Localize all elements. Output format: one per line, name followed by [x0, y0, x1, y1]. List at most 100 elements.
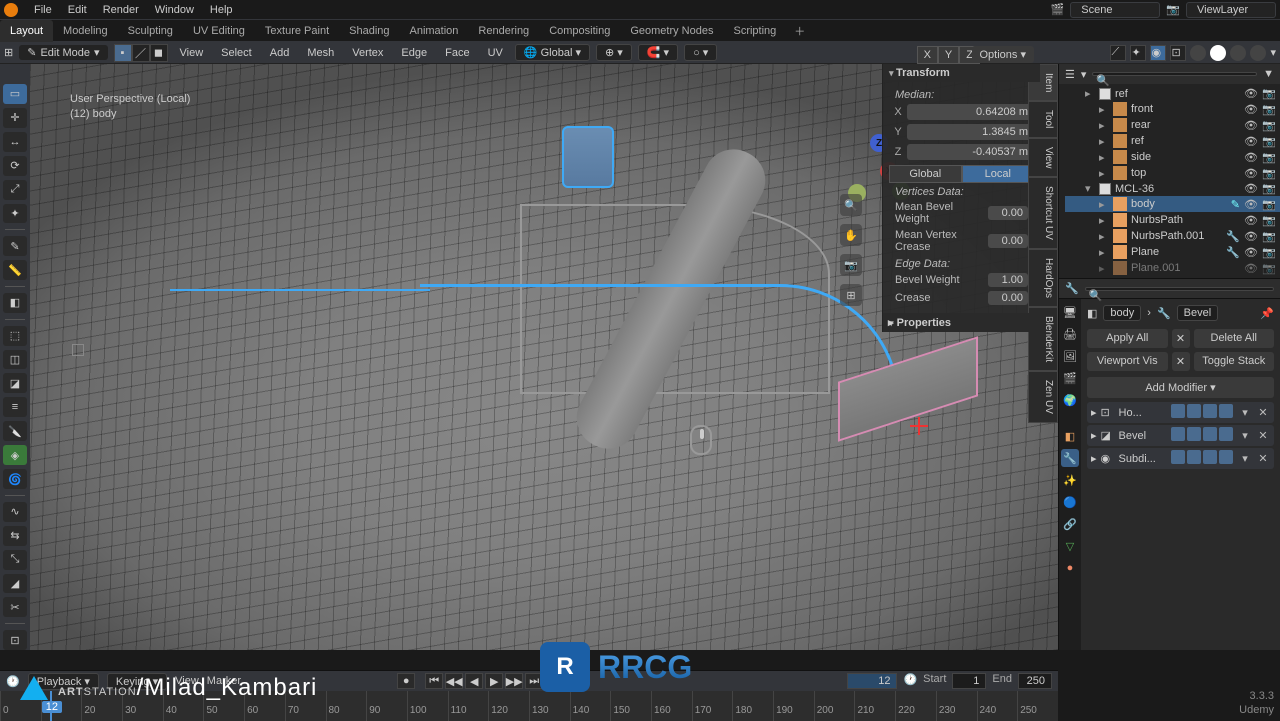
- ntab-zenuv[interactable]: Zen UV: [1028, 371, 1058, 423]
- overlay-toggle[interactable]: ◉: [1150, 45, 1166, 61]
- bread-mod[interactable]: Bevel: [1177, 305, 1219, 321]
- tool-shear[interactable]: ◢: [3, 574, 27, 594]
- outliner-obj-plane[interactable]: ▸Plane🔧👁📷: [1065, 244, 1280, 260]
- viewport-vis-button[interactable]: Viewport Vis: [1087, 352, 1168, 371]
- outliner-obj-ref[interactable]: ▸ref👁📷: [1065, 133, 1280, 149]
- crease[interactable]: 0.00: [988, 291, 1028, 305]
- transform-header[interactable]: Transform: [883, 64, 1040, 82]
- proportional[interactable]: ○ ▾: [684, 44, 717, 61]
- menu-edge[interactable]: Edge: [395, 47, 433, 59]
- shading-dropdown[interactable]: ▾: [1270, 46, 1276, 59]
- tab-layout[interactable]: Layout: [0, 20, 53, 42]
- median-z[interactable]: -0.40537 m: [907, 144, 1034, 160]
- tool-annotate[interactable]: ✎: [3, 236, 27, 256]
- shading-rendered[interactable]: [1250, 45, 1266, 61]
- menu-uv[interactable]: UV: [482, 47, 509, 59]
- gizmo-toggle[interactable]: ✦: [1130, 45, 1146, 61]
- tool-inset[interactable]: ◫: [3, 350, 27, 370]
- proptab-viewlayer[interactable]: 🖼: [1061, 347, 1079, 365]
- menu-window[interactable]: Window: [147, 0, 202, 20]
- proptab-physics[interactable]: 🔵: [1061, 493, 1079, 511]
- modifier-bevel[interactable]: ▸◪Bevel▾✕: [1087, 425, 1274, 446]
- vis-x[interactable]: ✕: [1172, 352, 1190, 371]
- tab-animation[interactable]: Animation: [400, 20, 469, 42]
- proptab-scene[interactable]: 🎬: [1061, 369, 1079, 387]
- mesh-edit-overlay[interactable]: ⟋: [1110, 45, 1126, 61]
- bevel-weight[interactable]: 1.00: [988, 273, 1028, 287]
- outliner-search[interactable]: 🔍: [1092, 72, 1257, 76]
- tool-move[interactable]: ↔: [3, 132, 27, 152]
- outliner-obj-front[interactable]: ▸front👁📷: [1065, 101, 1280, 117]
- median-y[interactable]: 1.3845 m: [907, 124, 1034, 140]
- proptab-data[interactable]: ▽: [1061, 537, 1079, 555]
- tool-polybuild[interactable]: ◈: [3, 445, 27, 465]
- jump-start[interactable]: ⏮: [425, 673, 443, 689]
- proptab-output[interactable]: 🖨: [1061, 325, 1079, 343]
- edge-select[interactable]: ／: [132, 44, 150, 62]
- tab-compositing[interactable]: Compositing: [539, 20, 620, 42]
- outliner-obj-rear[interactable]: ▸rear👁📷: [1065, 117, 1280, 133]
- tab-texturepaint[interactable]: Texture Paint: [255, 20, 339, 42]
- modifier-hook[interactable]: ▸⊡Ho...▾✕: [1087, 402, 1274, 423]
- space-global[interactable]: Global: [889, 165, 962, 183]
- properties-search[interactable]: 🔍: [1085, 287, 1274, 291]
- tool-addcube[interactable]: ◧: [3, 293, 27, 313]
- tab-scripting[interactable]: Scripting: [723, 20, 786, 42]
- tool-transform[interactable]: ✦: [3, 204, 27, 224]
- select-mode[interactable]: ▪ ／ ◼: [114, 44, 168, 62]
- menu-file[interactable]: File: [26, 0, 60, 20]
- tab-shading[interactable]: Shading: [339, 20, 399, 42]
- next-key[interactable]: ▶▶: [505, 673, 523, 689]
- ntab-shortcut[interactable]: Shortcut UV: [1028, 177, 1058, 249]
- snap[interactable]: 🧲 ▾: [638, 44, 678, 61]
- autokey-icon[interactable]: ●: [397, 673, 415, 689]
- menu-edit[interactable]: Edit: [60, 0, 95, 20]
- clock-icon[interactable]: 🕐: [903, 673, 917, 689]
- outliner-obj-body[interactable]: ▸body✎👁📷: [1065, 196, 1280, 212]
- tool-cursor[interactable]: ✛: [3, 108, 27, 128]
- pin-icon[interactable]: 📌: [1260, 307, 1274, 320]
- bread-obj[interactable]: body: [1103, 305, 1141, 321]
- add-modifier[interactable]: Add Modifier ▾: [1087, 377, 1274, 398]
- mirror-y[interactable]: Y: [938, 46, 959, 64]
- space-local[interactable]: Local: [962, 165, 1035, 183]
- pivot[interactable]: ⊕ ▾: [596, 44, 632, 61]
- play-fwd[interactable]: ▶: [485, 673, 503, 689]
- face-select[interactable]: ◼: [150, 44, 168, 62]
- tool-select[interactable]: ▭: [3, 84, 27, 104]
- tool-edgeslide[interactable]: ⇆: [3, 526, 27, 546]
- outliner-coll-mcl[interactable]: ▾MCL-36👁📷: [1065, 181, 1280, 196]
- shading-wire[interactable]: [1190, 45, 1206, 61]
- end-frame[interactable]: 250: [1018, 673, 1052, 689]
- mean-vertex-crease[interactable]: 0.00: [988, 234, 1028, 248]
- tool-smooth[interactable]: ∿: [3, 502, 27, 522]
- menu-mesh[interactable]: Mesh: [301, 47, 340, 59]
- shading-matprev[interactable]: [1230, 45, 1246, 61]
- mean-bevel-weight[interactable]: 0.00: [988, 206, 1028, 220]
- proptab-world[interactable]: 🌍: [1061, 391, 1079, 409]
- viewlayer-selector[interactable]: ViewLayer: [1186, 2, 1276, 18]
- scene-selector[interactable]: Scene: [1070, 2, 1160, 18]
- tab-sculpting[interactable]: Sculpting: [118, 20, 183, 42]
- pan-icon[interactable]: ✋: [840, 224, 862, 246]
- proptab-modifier[interactable]: 🔧: [1061, 449, 1079, 467]
- tab-rendering[interactable]: Rendering: [468, 20, 539, 42]
- apply-all-button[interactable]: Apply All: [1087, 329, 1168, 348]
- outliner-display-icon[interactable]: ▾: [1081, 68, 1087, 81]
- menu-select[interactable]: Select: [215, 47, 258, 59]
- menu-help[interactable]: Help: [202, 0, 241, 20]
- toggle-stack-button[interactable]: Toggle Stack: [1194, 352, 1275, 371]
- tab-uvediting[interactable]: UV Editing: [183, 20, 255, 42]
- tool-rotate[interactable]: ⟳: [3, 156, 27, 176]
- menu-face[interactable]: Face: [439, 47, 475, 59]
- menu-render[interactable]: Render: [95, 0, 147, 20]
- tool-spin[interactable]: 🌀: [3, 469, 27, 489]
- camera-icon[interactable]: 📷: [840, 254, 862, 276]
- prev-key[interactable]: ◀◀: [445, 673, 463, 689]
- vertex-select[interactable]: ▪: [114, 44, 132, 62]
- delete-all-button[interactable]: Delete All: [1194, 329, 1275, 348]
- add-workspace[interactable]: ＋: [786, 23, 813, 39]
- apply-all-x[interactable]: ✕: [1172, 329, 1190, 348]
- menu-add[interactable]: Add: [264, 47, 296, 59]
- tool-bevel[interactable]: ◪: [3, 373, 27, 393]
